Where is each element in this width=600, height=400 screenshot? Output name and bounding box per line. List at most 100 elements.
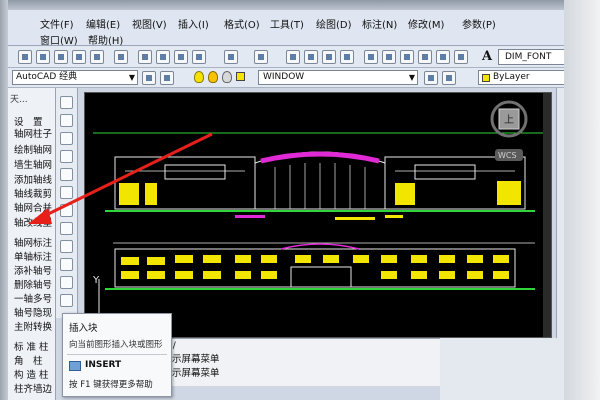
tooltip-description: 向当前图形插入块或图形 xyxy=(69,340,163,350)
text-style-select[interactable]: DIM_FONT xyxy=(498,49,572,65)
lower-elevation xyxy=(105,242,535,290)
menu-tools[interactable]: 工具(T) xyxy=(270,16,304,31)
freeze-icon[interactable] xyxy=(208,71,218,83)
status-strip xyxy=(440,338,560,400)
panel-item-delete-axis-number[interactable]: 删除轴号 xyxy=(14,277,52,291)
workspace-settings-icon[interactable] xyxy=(142,71,156,85)
circle-icon[interactable] xyxy=(60,204,73,217)
design-center-icon[interactable] xyxy=(382,50,396,64)
panel-item-standard-column[interactable]: 标 准 柱 xyxy=(14,339,49,353)
panel-item-draw-grid[interactable]: 绘制轴网 xyxy=(14,142,52,156)
zoom-realtime-icon[interactable] xyxy=(304,50,318,64)
construction-line-icon[interactable] xyxy=(60,114,73,127)
command-history-line-1: 示屏幕菜单 xyxy=(172,354,220,365)
tooltip-divider xyxy=(67,354,167,355)
properties-icon[interactable] xyxy=(364,50,378,64)
layer-manager-icon[interactable] xyxy=(160,71,174,85)
ellipse-arc-icon[interactable] xyxy=(60,276,73,289)
photo-edge-right xyxy=(564,0,600,400)
app-window: 文件(F) 编辑(E) 视图(V) 插入(I) 格式(O) 工具(T) 绘图(D… xyxy=(0,0,600,400)
photo-edge-left xyxy=(0,0,8,400)
line-icon[interactable] xyxy=(60,96,73,109)
paste-icon[interactable] xyxy=(174,50,188,64)
tooltip-help: 按 F1 键获得更多帮助 xyxy=(69,380,153,390)
panel-item-align-column[interactable]: 柱齐墙边 xyxy=(14,381,52,395)
standard-toolbar: A DIM_FONT xyxy=(8,46,572,68)
chevron-down-icon: ▼ xyxy=(408,73,415,82)
insert-block-icon xyxy=(69,361,81,371)
panel-item-axis-linetype[interactable]: 轴改线型 xyxy=(14,215,52,229)
save-icon[interactable] xyxy=(54,50,68,64)
arc-icon[interactable] xyxy=(60,186,73,199)
drawing-canvas[interactable]: Y 上 WCS xyxy=(84,92,552,338)
zoom-previous-icon[interactable] xyxy=(340,50,354,64)
viewcube[interactable]: 上 xyxy=(490,100,528,138)
menu-dimension[interactable]: 标注(N) xyxy=(362,16,397,31)
cut-icon[interactable] xyxy=(138,50,152,64)
make-current-icon[interactable] xyxy=(424,71,438,85)
layer-previous-icon[interactable] xyxy=(442,71,456,85)
tooltip-command: INSERT xyxy=(85,360,122,370)
menu-parameters[interactable]: 参数(P) xyxy=(462,16,496,31)
lock-icon[interactable] xyxy=(222,71,232,83)
copy-icon[interactable] xyxy=(156,50,170,64)
menu-file[interactable]: 文件(F) xyxy=(40,16,74,31)
print-icon[interactable] xyxy=(72,50,86,64)
match-properties-icon[interactable] xyxy=(192,50,206,64)
plot-preview-icon[interactable] xyxy=(90,50,104,64)
panel-item-corner-column[interactable]: 角 柱 xyxy=(14,353,43,367)
panel-item-add-axis[interactable]: 添加轴线 xyxy=(14,172,52,186)
panel-item-single-axis-dim[interactable]: 单轴标注 xyxy=(14,249,52,263)
color-control-select[interactable]: ByLayer xyxy=(478,70,572,85)
polygon-icon[interactable] xyxy=(60,150,73,163)
panel-item-add-axis-number[interactable]: 添补轴号 xyxy=(14,263,52,277)
panel-item-wall-grid[interactable]: 墙生轴网 xyxy=(14,157,52,171)
panel-item-toggle-number[interactable]: 轴号隐现 xyxy=(14,305,52,319)
open-icon[interactable] xyxy=(36,50,50,64)
bulb-icon[interactable] xyxy=(194,71,204,83)
undo-icon[interactable] xyxy=(224,50,238,64)
ucs-y-label: Y xyxy=(92,275,100,286)
command-history-line-2: 示屏幕菜单 xyxy=(172,368,220,379)
menu-window[interactable]: 窗口(W) xyxy=(40,32,78,47)
markup-icon[interactable] xyxy=(436,50,450,64)
panel-item-trim-axis[interactable]: 轴线裁剪 xyxy=(14,186,52,200)
pan-icon[interactable] xyxy=(286,50,300,64)
tooltip-title: 插入块 xyxy=(69,323,98,334)
color-swatch xyxy=(482,74,490,82)
rectangle-icon[interactable] xyxy=(60,168,73,181)
ellipse-icon[interactable] xyxy=(60,258,73,271)
layer-select[interactable]: WINDOW ▼ xyxy=(258,70,418,85)
new-icon[interactable] xyxy=(18,50,32,64)
workspace-select[interactable]: AutoCAD 经典 ▼ xyxy=(12,70,138,85)
panel-item-main-sub-convert[interactable]: 主附转换 xyxy=(14,319,52,333)
tool-palette-icon[interactable] xyxy=(400,50,414,64)
menu-insert[interactable]: 插入(I) xyxy=(178,16,209,31)
menu-help[interactable]: 帮助(H) xyxy=(88,32,123,47)
sheet-set-icon[interactable] xyxy=(418,50,432,64)
panel-item-multi-number[interactable]: 一轴多号 xyxy=(14,291,52,305)
menu-draw[interactable]: 绘图(D) xyxy=(316,16,352,31)
menu-bar: 文件(F) 编辑(E) 视图(V) 插入(I) 格式(O) 工具(T) 绘图(D… xyxy=(8,10,564,47)
vertical-scrollbar[interactable] xyxy=(543,93,552,338)
calculator-icon[interactable] xyxy=(454,50,468,64)
redo-icon[interactable] xyxy=(254,50,268,64)
panel-item-grid-columns[interactable]: 轴网柱子 xyxy=(14,126,52,140)
workspace-value: AutoCAD 经典 xyxy=(16,72,78,82)
zoom-window-icon[interactable] xyxy=(322,50,336,64)
revcloud-icon[interactable] xyxy=(60,222,73,235)
polyline-icon[interactable] xyxy=(60,132,73,145)
spline-icon[interactable] xyxy=(60,240,73,253)
menu-view[interactable]: 视图(V) xyxy=(132,16,167,31)
drawing-svg: Y 上 WCS xyxy=(92,93,552,338)
menu-format[interactable]: 格式(O) xyxy=(224,16,260,31)
layer-value: WINDOW xyxy=(263,72,305,82)
menu-modify[interactable]: 修改(M) xyxy=(408,16,444,31)
panel-item-grid-dimension[interactable]: 轴网标注 xyxy=(14,235,52,249)
text-style-icon: A xyxy=(482,49,493,64)
publish-icon[interactable] xyxy=(114,50,128,64)
panel-item-construct-column[interactable]: 构 造 柱 xyxy=(14,367,49,381)
menu-edit[interactable]: 编辑(E) xyxy=(86,16,120,31)
panel-item-merge-grid[interactable]: 轴网合并 xyxy=(14,200,52,214)
insert-block-icon[interactable] xyxy=(60,294,73,307)
